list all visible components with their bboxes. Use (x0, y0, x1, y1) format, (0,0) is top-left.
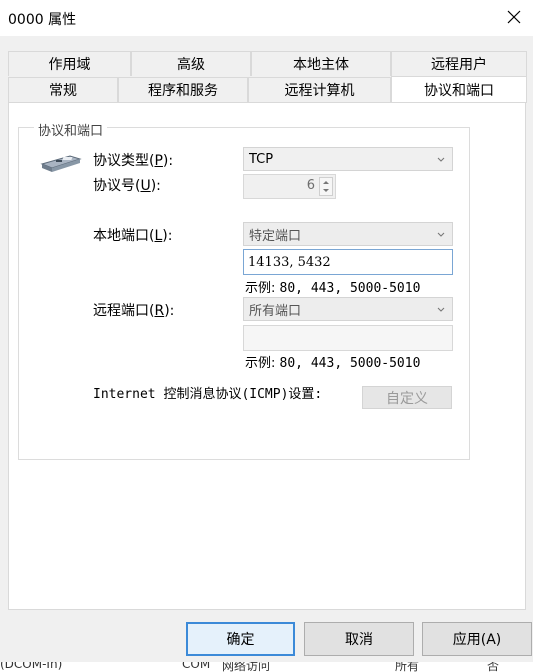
protocol-type-select[interactable]: TCP (243, 147, 453, 171)
chevron-down-icon (437, 232, 445, 237)
local-port-input[interactable]: 14133, 5432 (243, 249, 453, 275)
remote-port-example: 示例: 80, 443, 5000-5010 (245, 356, 421, 371)
tab-protocols-ports[interactable]: 协议和端口 (391, 76, 527, 103)
tab-label: 常规 (49, 83, 77, 99)
tab-label: 程序和服务 (148, 83, 218, 99)
cancel-button[interactable]: 取消 (304, 622, 414, 656)
tab-label: 高级 (177, 57, 205, 73)
tab-label: 作用域 (48, 57, 91, 73)
bleed-cell: 所有 (395, 662, 420, 672)
local-port-label: 本地端口(L): (93, 228, 173, 244)
background-list-row: (DCOM-In) COM 网络访问 所有 否 (0, 662, 533, 672)
protocol-type-value: TCP (249, 151, 274, 167)
tab-label: 远程计算机 (284, 83, 355, 99)
remote-port-value: 所有端口 (249, 303, 302, 319)
group-title: 协议和端口 (34, 120, 108, 139)
bleed-cell: COM (182, 662, 211, 671)
apply-button[interactable]: 应用(A) (422, 622, 532, 656)
window-title: 0000 属性 (8, 12, 77, 28)
ok-button[interactable]: 确定 (186, 622, 295, 656)
tab-general[interactable]: 常规 (8, 77, 118, 102)
protocol-number-stepper[interactable]: 6 (243, 174, 336, 199)
protocol-number-label: 协议号(U): (93, 178, 161, 194)
stepper-arrows[interactable] (319, 177, 333, 196)
local-port-select[interactable]: 特定端口 (243, 222, 453, 246)
bleed-cell: (DCOM-In) (0, 662, 63, 671)
tab-scope[interactable]: 作用域 (8, 51, 131, 76)
tab-advanced[interactable]: 高级 (131, 51, 251, 76)
icmp-settings-label: Internet 控制消息协议(ICMP)设置: (93, 387, 323, 402)
customize-button[interactable]: 自定义 (362, 386, 452, 409)
local-port-value: 特定端口 (249, 228, 302, 244)
title-bar: 0000 属性 (0, 0, 533, 36)
tab-label: 远程用户 (431, 57, 487, 73)
tab-programs-services[interactable]: 程序和服务 (118, 77, 248, 102)
protocol-type-label: 协议类型(P): (93, 153, 174, 169)
network-adapter-icon (40, 155, 82, 172)
tab-remote-computers[interactable]: 远程计算机 (248, 77, 391, 102)
tab-label: 协议和端口 (424, 83, 494, 99)
stepper-up-down-icon (323, 181, 329, 192)
remote-port-select[interactable]: 所有端口 (243, 297, 453, 321)
bleed-cell: 否 (487, 662, 500, 672)
protocol-number-value: 6 (306, 178, 315, 193)
close-button[interactable] (499, 2, 529, 32)
tab-label: 本地主体 (293, 57, 349, 73)
chevron-down-icon (437, 307, 445, 312)
bleed-cell: 网络访问 (222, 662, 271, 672)
local-port-example: 示例: 80, 443, 5000-5010 (245, 281, 421, 296)
close-icon (507, 10, 521, 24)
chevron-down-icon (437, 157, 445, 162)
remote-port-input[interactable] (243, 325, 453, 351)
local-port-input-value: 14133, 5432 (248, 254, 331, 270)
tab-local-principals[interactable]: 本地主体 (251, 51, 391, 76)
tab-remote-users[interactable]: 远程用户 (391, 51, 527, 76)
remote-port-label: 远程端口(R): (93, 303, 175, 319)
